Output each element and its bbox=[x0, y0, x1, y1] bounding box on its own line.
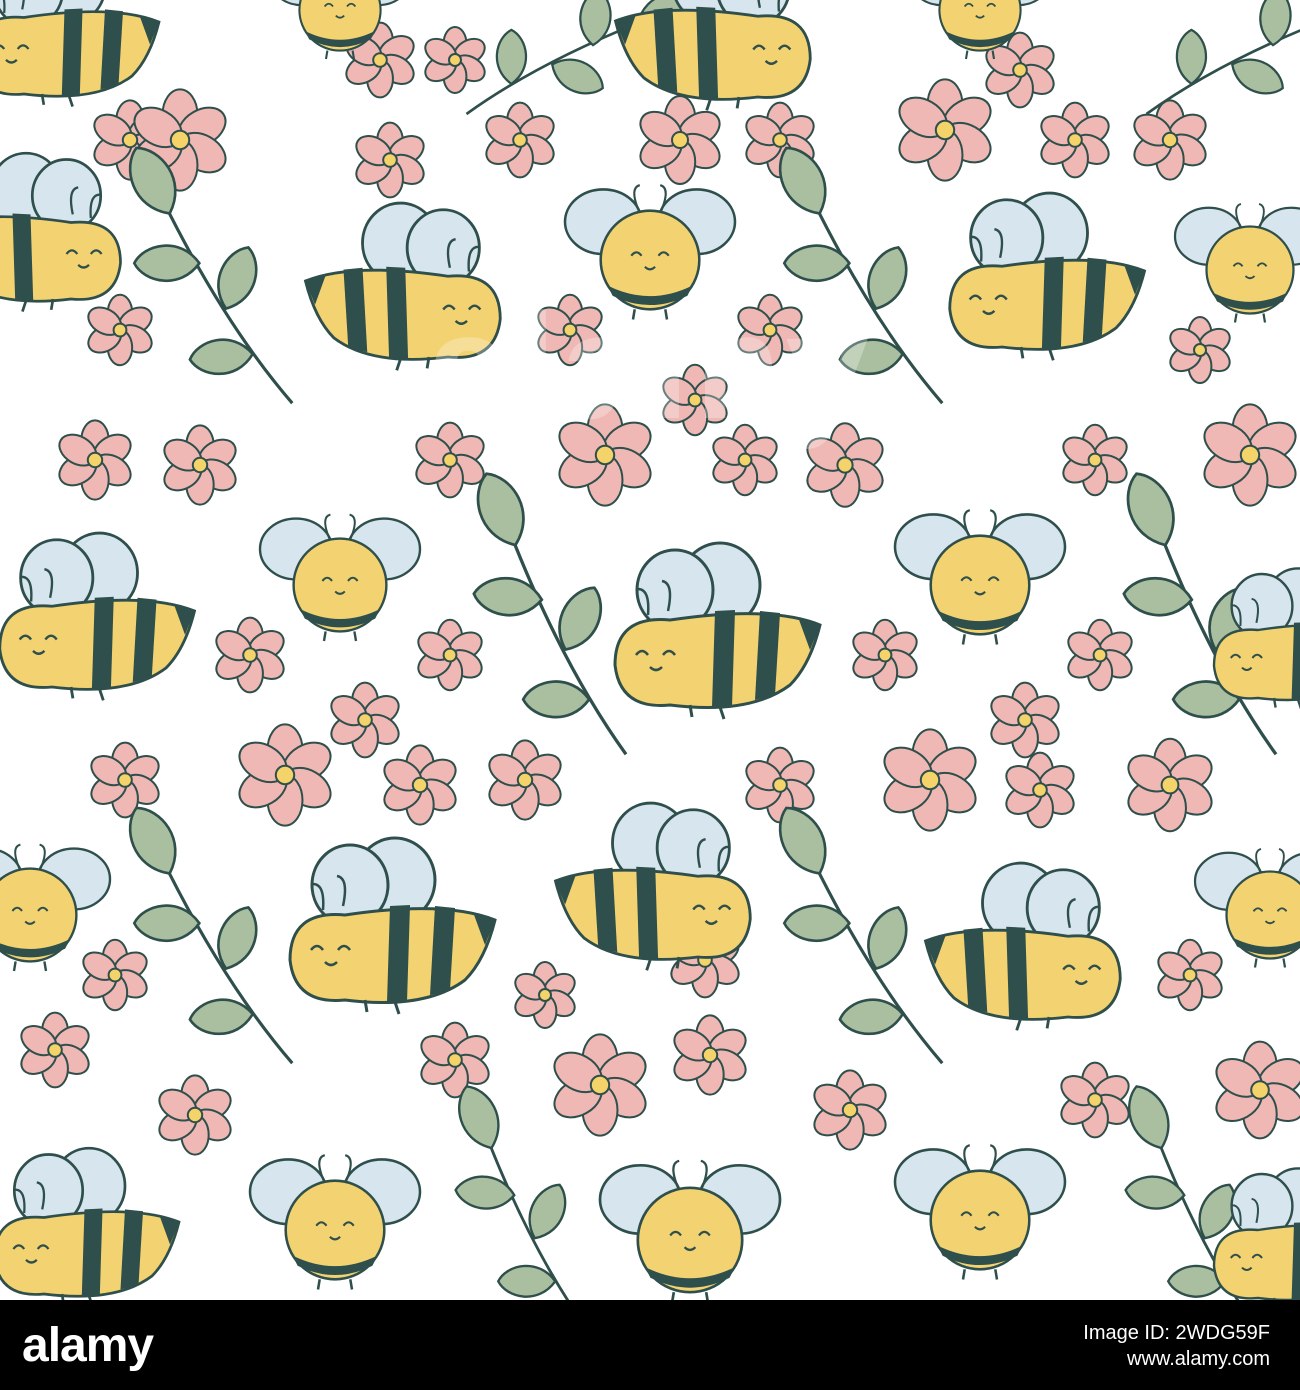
flower bbox=[355, 121, 425, 199]
flower bbox=[662, 363, 728, 437]
flower bbox=[737, 293, 803, 367]
flower bbox=[1133, 99, 1207, 181]
flower bbox=[883, 728, 977, 832]
bee bbox=[923, 861, 1122, 1031]
bee bbox=[288, 836, 497, 1015]
footer-url: www.alamy.com bbox=[1127, 1348, 1270, 1370]
flower bbox=[82, 938, 148, 1012]
bee bbox=[553, 801, 752, 971]
flower bbox=[1062, 423, 1128, 497]
flower bbox=[745, 746, 815, 824]
bee bbox=[598, 1159, 782, 1300]
flower bbox=[163, 424, 237, 506]
bee bbox=[248, 1154, 422, 1290]
flower bbox=[20, 1011, 90, 1089]
flower bbox=[330, 681, 400, 759]
bee bbox=[258, 513, 422, 642]
bee bbox=[1212, 567, 1300, 710]
bee bbox=[613, 541, 822, 720]
footer-bar: alamy Image ID: 2WDG59F www.alamy.com bbox=[0, 1300, 1300, 1390]
bee bbox=[1173, 203, 1300, 323]
flower bbox=[813, 1069, 887, 1151]
image-id-label: Image ID: 2WDG59F bbox=[1083, 1322, 1270, 1344]
flower bbox=[553, 1033, 647, 1137]
bee bbox=[563, 184, 737, 320]
bee bbox=[0, 531, 197, 701]
flower bbox=[1067, 618, 1133, 692]
bee bbox=[893, 1144, 1067, 1280]
flower bbox=[1127, 737, 1213, 833]
flower bbox=[90, 741, 160, 819]
flower bbox=[58, 419, 132, 501]
flower bbox=[514, 961, 576, 1029]
flower bbox=[1040, 101, 1110, 179]
flower bbox=[383, 744, 457, 826]
flower bbox=[852, 618, 918, 692]
bee bbox=[0, 0, 161, 108]
flower bbox=[215, 616, 285, 694]
bee bbox=[0, 1146, 181, 1300]
bee bbox=[613, 0, 812, 111]
footer-meta: Image ID: 2WDG59F www.alamy.com bbox=[1083, 1320, 1270, 1372]
flower bbox=[417, 618, 483, 692]
flower bbox=[1157, 938, 1223, 1012]
flower bbox=[87, 293, 153, 367]
flower bbox=[639, 95, 721, 185]
bee bbox=[1193, 848, 1300, 968]
flower bbox=[558, 403, 652, 507]
flower bbox=[1169, 316, 1231, 384]
flower bbox=[673, 1014, 747, 1096]
bee-pattern-artwork: alamy bbox=[0, 0, 1300, 1300]
flower bbox=[537, 293, 603, 367]
bee bbox=[0, 151, 122, 313]
bee bbox=[303, 201, 502, 371]
leaf-sprig bbox=[472, 472, 628, 756]
flower bbox=[158, 1074, 232, 1156]
footer-logo: alamy bbox=[22, 1319, 154, 1372]
flower bbox=[424, 26, 486, 94]
flower bbox=[420, 1021, 490, 1099]
flower bbox=[238, 723, 332, 827]
flower bbox=[1005, 751, 1075, 829]
flower bbox=[1215, 1040, 1300, 1140]
flower bbox=[1203, 403, 1297, 507]
bee bbox=[948, 191, 1147, 361]
flower bbox=[712, 423, 778, 497]
flower bbox=[1060, 1061, 1130, 1139]
flower bbox=[806, 422, 884, 508]
flower bbox=[990, 681, 1060, 759]
flower bbox=[485, 101, 555, 179]
pattern-canvas bbox=[0, 0, 1300, 1300]
flower bbox=[415, 421, 485, 499]
flower bbox=[898, 78, 992, 182]
flower bbox=[488, 739, 562, 821]
bee bbox=[893, 509, 1067, 645]
